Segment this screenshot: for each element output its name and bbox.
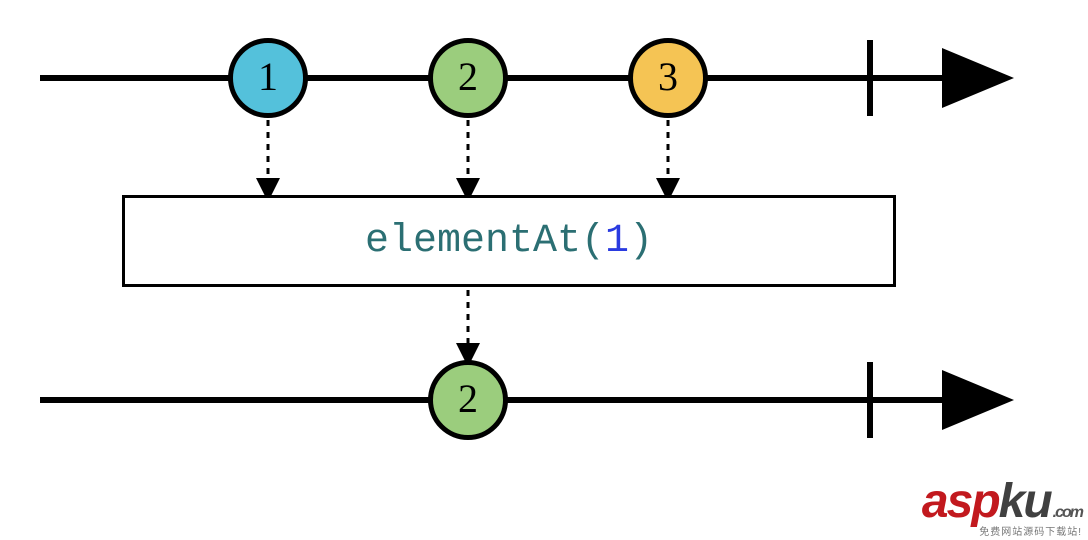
watermark-brand-a: asp [922,475,999,528]
marble-value: 2 [458,53,478,100]
marble-value: 1 [258,53,278,100]
result-marble-2: 2 [428,360,508,440]
operator-left-paren: ( [581,219,605,264]
source-marble-1: 1 [228,38,308,118]
marble-value: 2 [458,375,478,422]
operator-box: elementAt(1) [122,195,896,287]
operator-arg: 1 [605,219,629,264]
source-marble-2: 2 [428,38,508,118]
operator-right-paren: ) [629,219,653,264]
operator-name: elementAt [365,219,581,264]
watermark-brand-b: ku [999,475,1051,528]
watermark: aspku.com 免费网站源码下载站! [922,474,1082,538]
source-marble-3: 3 [628,38,708,118]
watermark-suffix: .com [1053,504,1082,521]
marble-value: 3 [658,53,678,100]
